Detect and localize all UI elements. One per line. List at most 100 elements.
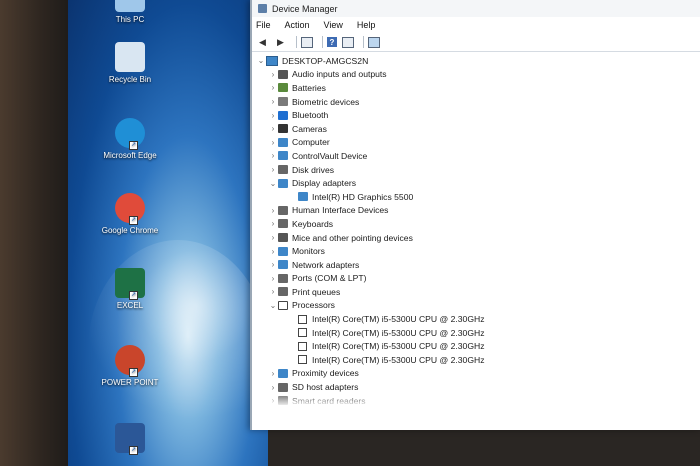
monitor-bezel (0, 0, 68, 466)
toolbar-separator (296, 36, 297, 48)
desktop-icon-label: This PC (115, 15, 145, 24)
tree-category[interactable]: › Audio inputs and outputs (252, 68, 700, 82)
chevron-right-icon[interactable]: › (268, 165, 278, 174)
tree-category-label: Disk drives (292, 164, 335, 175)
tree-category[interactable]: › ControlVault Device (252, 149, 700, 163)
tree-root-label: DESKTOP-AMGCS2N (282, 55, 369, 66)
tree-device[interactable]: Intel(R) Core(TM) i5-5300U CPU @ 2.30GHz (252, 339, 700, 353)
chevron-right-icon[interactable]: › (268, 138, 278, 147)
desktop-background: This PC Recycle Bin ↗ Microsoft Edge ↗ Google… (68, 0, 268, 466)
device-manager-window: Device Manager File Action View Help ◀ ▶… (250, 0, 700, 430)
chevron-down-icon[interactable]: ⌄ (268, 301, 278, 310)
tree-category[interactable]: › Proximity devices (252, 367, 700, 381)
tree-device[interactable]: Intel(R) Core(TM) i5-5300U CPU @ 2.30GHz (252, 353, 700, 367)
tree-category[interactable]: › Batteries (252, 81, 700, 95)
tree-category[interactable]: ⌄ Display adapters (252, 176, 700, 190)
tree-device-label: Intel(R) Core(TM) i5-5300U CPU @ 2.30GHz (312, 341, 485, 352)
chevron-right-icon[interactable]: › (268, 383, 278, 392)
tree-device[interactable]: Intel(R) HD Graphics 5500 (252, 190, 700, 204)
battery-icon (278, 83, 288, 93)
processor-icon (278, 300, 288, 310)
chevron-right-icon[interactable]: › (268, 97, 278, 106)
tree-category[interactable]: › Human Interface Devices (252, 204, 700, 218)
back-arrow-icon[interactable]: ◀ (256, 37, 269, 48)
desktop-icon-label: Recycle Bin (108, 75, 152, 84)
tree-category[interactable]: › Disk drives (252, 163, 700, 177)
forward-arrow-icon[interactable]: ▶ (274, 37, 287, 48)
chevron-right-icon[interactable]: › (268, 369, 278, 378)
tree-category-label: Batteries (292, 82, 326, 93)
tree-device[interactable]: Intel(R) Core(TM) i5-5300U CPU @ 2.30GHz (252, 312, 700, 326)
port-icon (278, 273, 288, 283)
chevron-right-icon[interactable]: › (268, 233, 278, 242)
controlvault-icon (278, 151, 288, 161)
tree-category-label: Display adapters (292, 178, 357, 189)
tree-category[interactable]: › Print queues (252, 285, 700, 299)
menu-bar: File Action View Help (252, 17, 700, 33)
chevron-right-icon[interactable]: › (268, 151, 278, 160)
tree-category[interactable]: ⌄ Processors (252, 299, 700, 313)
speaker-icon (278, 69, 288, 79)
title-bar[interactable]: Device Manager (252, 0, 700, 17)
tree-category[interactable]: › Monitors (252, 244, 700, 258)
menu-action[interactable]: Action (285, 20, 310, 30)
tree-category[interactable]: › Ports (COM & LPT) (252, 272, 700, 286)
bluetooth-icon (278, 110, 288, 120)
desktop-shortcut[interactable]: ↗ Microsoft Edge (95, 118, 165, 160)
chevron-right-icon[interactable]: › (268, 260, 278, 269)
monitor-icon[interactable] (368, 36, 380, 48)
menu-help[interactable]: Help (357, 20, 376, 30)
chevron-right-icon[interactable]: › (268, 247, 278, 256)
desktop-shortcut[interactable]: Recycle Bin (95, 42, 165, 84)
chevron-right-icon[interactable]: › (268, 83, 278, 92)
chevron-down-icon[interactable]: ⌄ (256, 56, 266, 65)
tree-category[interactable]: › Network adapters (252, 258, 700, 272)
tree-category[interactable]: › SD host adapters (252, 380, 700, 394)
tree-category[interactable]: › Keyboards (252, 217, 700, 231)
device-manager-app-icon (258, 4, 267, 13)
desktop-shortcut[interactable]: ↗ Google Chrome (95, 193, 165, 235)
tree-device-label: Intel(R) HD Graphics 5500 (312, 191, 414, 202)
menu-file[interactable]: File (256, 20, 271, 30)
menu-view[interactable]: View (324, 20, 343, 30)
chrome-icon: ↗ (115, 193, 145, 225)
help-icon[interactable]: ? (327, 37, 337, 47)
processor-icon (298, 328, 307, 338)
desktop-shortcut[interactable]: ↗ (95, 423, 165, 456)
chevron-right-icon[interactable]: › (268, 111, 278, 120)
tree-category[interactable]: › Computer (252, 136, 700, 150)
chevron-down-icon[interactable]: ⌄ (268, 179, 278, 188)
edge-icon: ↗ (115, 118, 145, 150)
tree-category[interactable]: › Mice and other pointing devices (252, 231, 700, 245)
tree-category[interactable]: › Cameras (252, 122, 700, 136)
tree-root[interactable]: ⌄ DESKTOP-AMGCS2N (252, 54, 700, 68)
chevron-right-icon[interactable]: › (268, 219, 278, 228)
desktop-shortcut[interactable]: ↗ POWER POINT (95, 345, 165, 387)
this-pc-icon (115, 0, 145, 12)
tree-category[interactable]: › Biometric devices (252, 95, 700, 109)
properties-icon[interactable] (301, 36, 313, 48)
computer-icon (278, 137, 288, 147)
chevron-right-icon[interactable]: › (268, 287, 278, 296)
chevron-right-icon[interactable]: › (268, 206, 278, 215)
tree-device-label: Intel(R) Core(TM) i5-5300U CPU @ 2.30GHz (312, 314, 485, 325)
chevron-right-icon[interactable]: › (268, 274, 278, 283)
view-icon[interactable] (342, 36, 354, 48)
tree-category[interactable]: › Bluetooth (252, 108, 700, 122)
tree-category-label: SD host adapters (292, 382, 359, 393)
window-title: Device Manager (272, 3, 338, 14)
mouse-icon (278, 233, 288, 243)
tree-device[interactable]: Intel(R) Core(TM) i5-5300U CPU @ 2.30GHz (252, 326, 700, 340)
chevron-right-icon[interactable]: › (268, 70, 278, 79)
desktop-shortcut[interactable]: This PC (95, 0, 165, 24)
chevron-right-icon[interactable]: › (268, 124, 278, 133)
desktop-shortcut[interactable]: ↗ EXCEL (95, 268, 165, 310)
tree-category-label: Print queues (292, 286, 341, 297)
word-icon: ↗ (115, 423, 145, 455)
desktop-icon-label: Google Chrome (101, 226, 159, 235)
processor-icon (298, 341, 307, 351)
keyboard-icon (278, 219, 288, 229)
disk-icon (278, 165, 288, 175)
proximity-icon (278, 368, 288, 378)
tree-category-label: Human Interface Devices (292, 205, 389, 216)
